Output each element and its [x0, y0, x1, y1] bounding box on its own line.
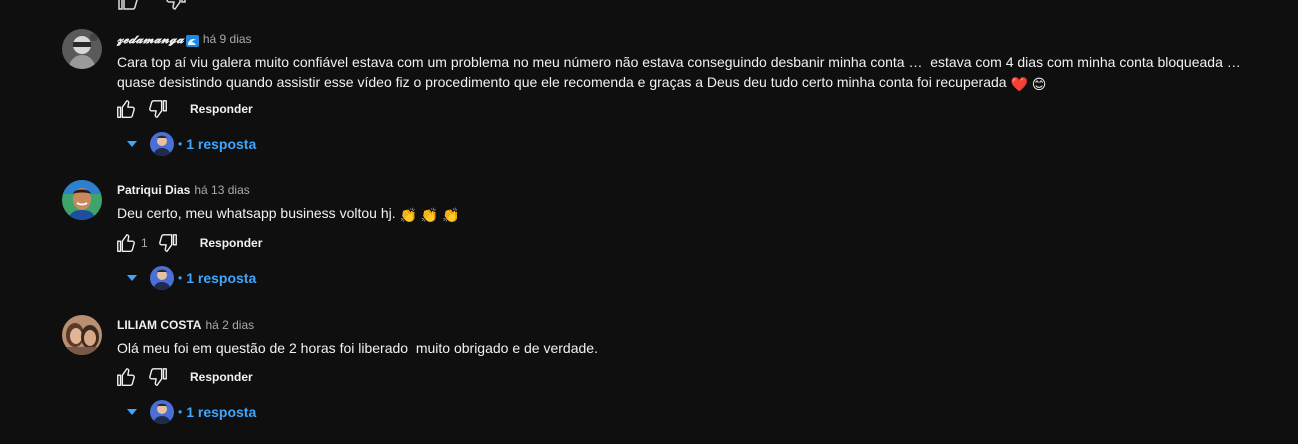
like-button[interactable] — [114, 365, 138, 389]
separator-dot: • — [178, 137, 183, 151]
reply-button[interactable]: Responder — [200, 236, 263, 250]
replies-count[interactable]: 1 resposta — [186, 404, 256, 420]
replies-count[interactable]: 1 resposta — [186, 270, 256, 286]
replies-toggle[interactable]: • 1 resposta — [120, 264, 256, 292]
thumbs-up-icon[interactable] — [116, 0, 140, 12]
creator-avatar — [150, 266, 174, 290]
comment-text: Cara top aí viu galera muito confiável e… — [117, 54, 1245, 92]
dislike-button[interactable] — [146, 97, 170, 121]
replies-toggle[interactable]: • 1 resposta — [120, 398, 256, 426]
caret-down-icon — [122, 268, 142, 288]
thumbs-up-icon — [117, 234, 135, 252]
comment-author[interactable]: LILIAM COSTA — [117, 315, 201, 335]
comment-text: Deu certo, meu whatsapp business voltou … — [117, 205, 460, 223]
comment-author[interactable]: 𝔃𝓮𝓭𝓪𝓶𝓪𝓷𝓰𝓪 — [117, 29, 184, 49]
thumbs-down-icon — [149, 368, 167, 386]
reply-button[interactable]: Responder — [190, 370, 253, 384]
thumbs-down-icon — [158, 234, 177, 252]
like-button[interactable] — [114, 231, 138, 255]
avatar[interactable] — [62, 29, 102, 69]
avatar[interactable] — [62, 180, 102, 220]
thumbs-down-icon — [149, 100, 167, 118]
comment-text: Olá meu foi em questão de 2 horas foi li… — [117, 340, 598, 356]
creator-avatar — [150, 132, 174, 156]
thumbs-up-icon — [117, 100, 135, 118]
avatar[interactable] — [62, 315, 102, 355]
separator-dot: • — [178, 405, 183, 419]
thumbs-down-icon[interactable] — [164, 0, 188, 12]
wave-badge-icon — [185, 33, 199, 47]
replies-count[interactable]: 1 resposta — [186, 136, 256, 152]
previous-comment-actions — [116, 0, 188, 12]
like-count: 1 — [141, 236, 148, 250]
emoji-heart-smile: ❤️ 😊 — [1010, 76, 1047, 92]
comment-timestamp[interactable]: há 9 dias — [203, 29, 252, 49]
emoji-clapping-hands: 👏 👏 👏 — [399, 207, 460, 223]
dislike-button[interactable] — [146, 365, 170, 389]
replies-toggle[interactable]: • 1 resposta — [120, 130, 256, 158]
comment-author[interactable]: Patriqui Dias — [117, 180, 190, 200]
comment-timestamp[interactable]: há 13 dias — [194, 180, 249, 200]
caret-down-icon — [122, 402, 142, 422]
reply-button[interactable]: Responder — [190, 102, 253, 116]
comment-timestamp[interactable]: há 2 dias — [205, 315, 254, 335]
creator-avatar — [150, 400, 174, 424]
dislike-button[interactable] — [156, 231, 180, 255]
thumbs-up-icon — [117, 368, 135, 386]
like-button[interactable] — [114, 97, 138, 121]
caret-down-icon — [122, 134, 142, 154]
separator-dot: • — [178, 271, 183, 285]
